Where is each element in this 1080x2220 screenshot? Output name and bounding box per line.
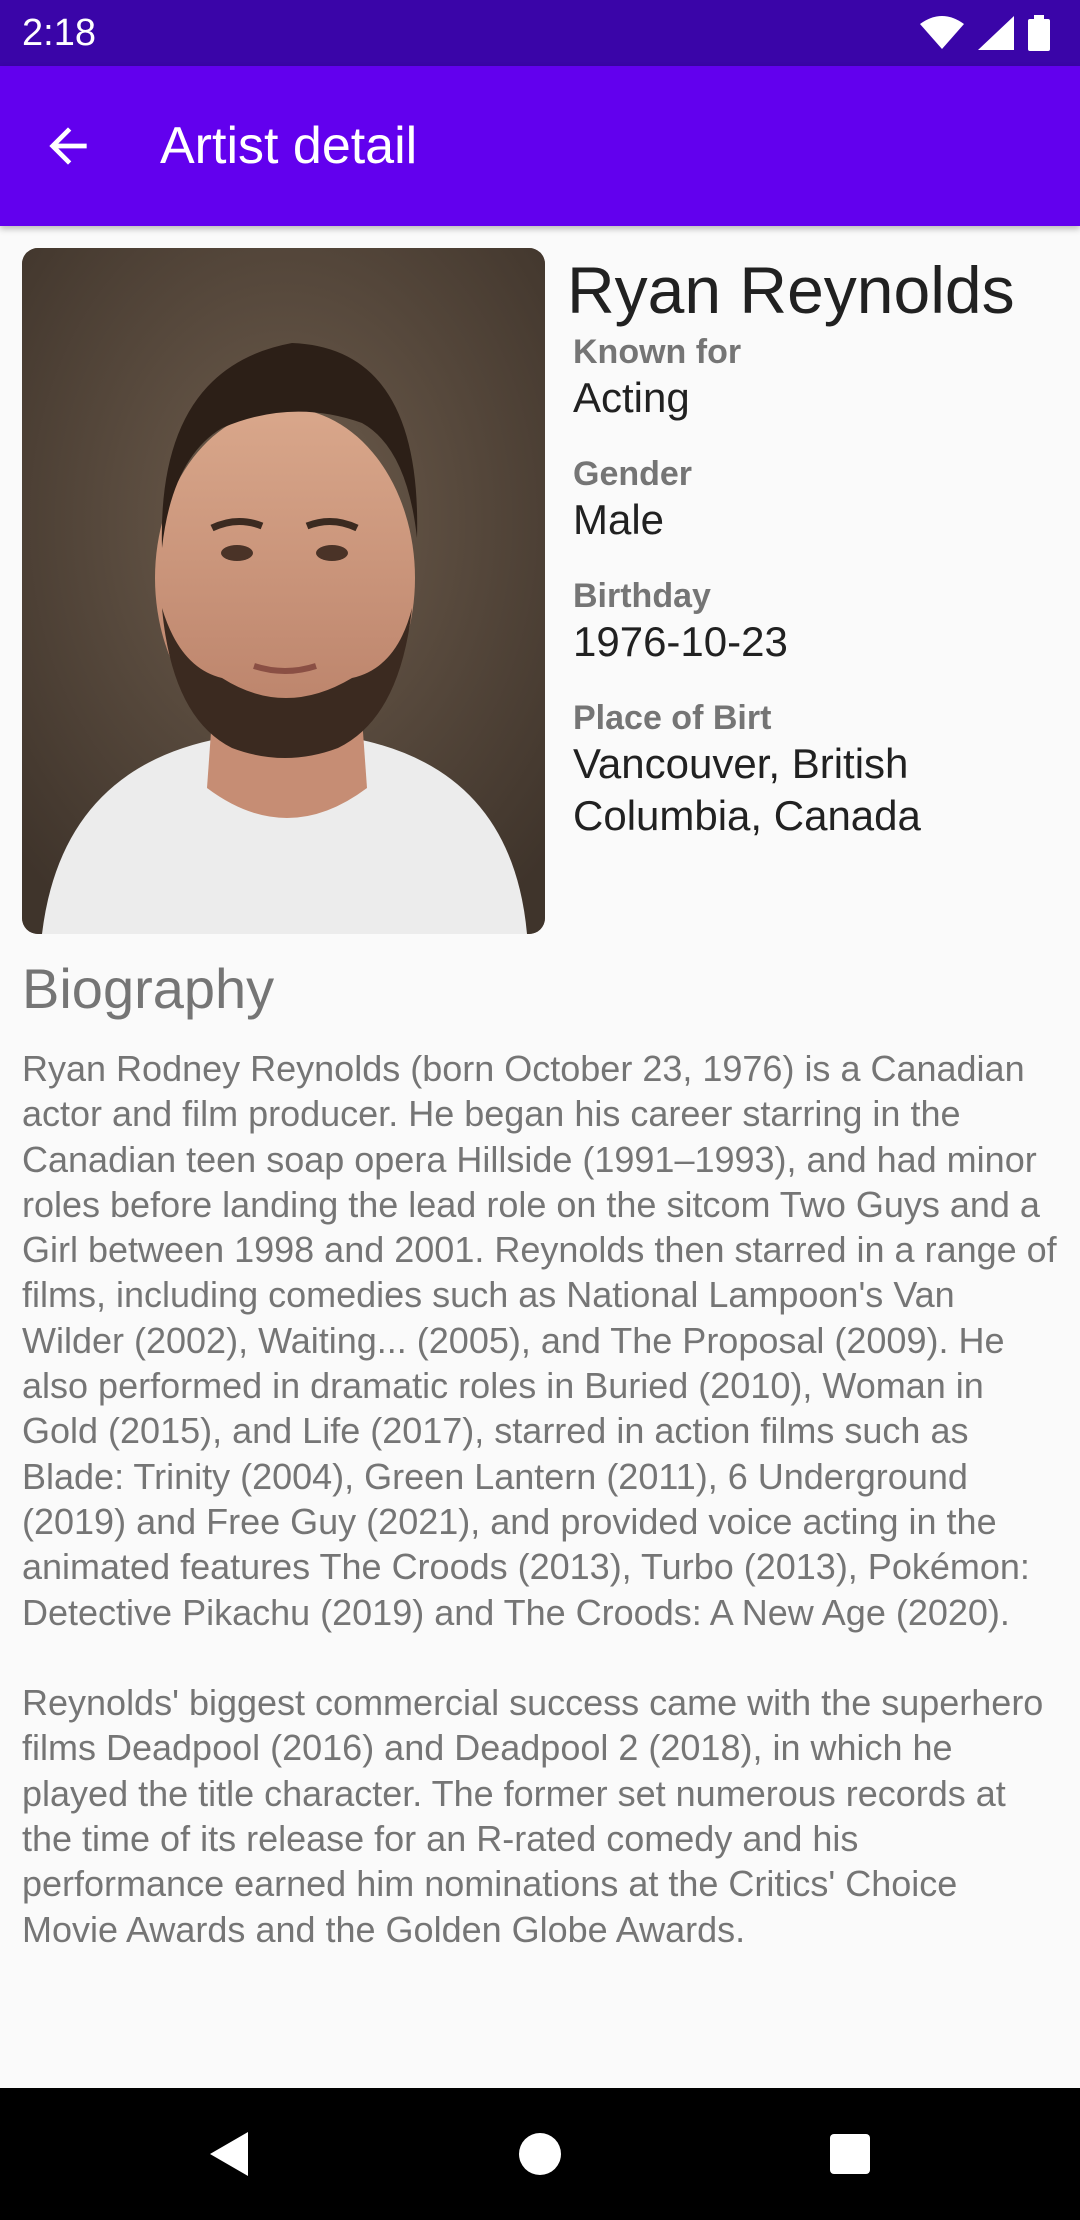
artist-name: Ryan Reynolds (567, 253, 1015, 327)
status-bar: 2:18 (0, 0, 1080, 66)
artist-photo (22, 248, 545, 934)
battery-icon (1028, 15, 1050, 51)
app-bar: Artist detail (0, 66, 1080, 226)
known-for-value: Acting (573, 374, 690, 421)
gender-value: Male (573, 496, 665, 543)
back-triangle-icon[interactable] (200, 2124, 260, 2184)
arrow-back-icon[interactable] (40, 118, 96, 174)
place-of-birth-value: Vancouver, British Columbia, Canada (573, 740, 921, 839)
signal-icon (978, 16, 1014, 50)
home-circle-icon[interactable] (510, 2124, 570, 2184)
wifi-icon (920, 16, 964, 49)
known-for-label: Known for (573, 333, 742, 371)
recents-square-icon[interactable] (820, 2124, 880, 2184)
gender-label: Gender (573, 455, 693, 493)
page-title: Artist detail (160, 117, 418, 175)
birthday-label: Birthday (573, 577, 711, 615)
status-time: 2:18 (22, 12, 96, 54)
place-of-birth-label: Place of Birt (573, 699, 772, 737)
biography-heading: Biography (22, 957, 275, 1020)
artist-detail-content[interactable]: Ryan Reynolds Known for Acting Gender Ma… (0, 226, 1080, 2088)
artist-portrait-image (22, 248, 545, 934)
birthday-value: 1976-10-23 (573, 618, 788, 665)
system-nav-bar (0, 2088, 1080, 2220)
status-icons (920, 14, 1050, 52)
biography-text: Ryan Rodney Reynolds (born October 23, 1… (22, 1048, 1057, 1950)
